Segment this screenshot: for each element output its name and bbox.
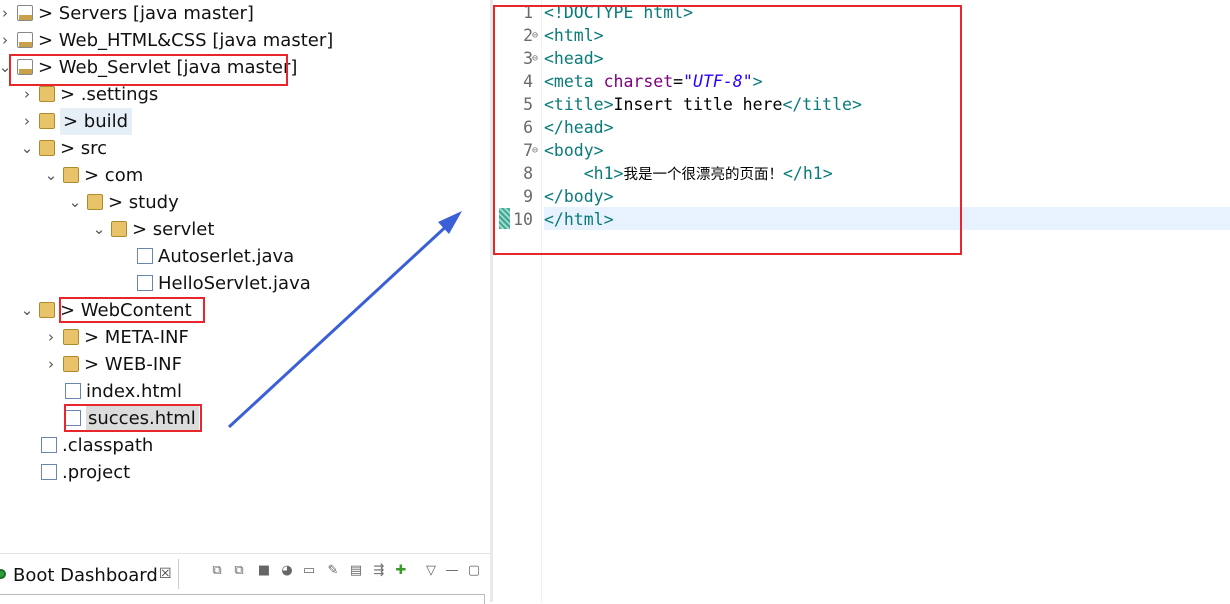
chevron-icon[interactable]: › xyxy=(20,108,34,135)
close-icon[interactable]: ☒ xyxy=(159,566,172,582)
tree-item-label: Autoserlet.java xyxy=(158,246,295,267)
tree-item-label: > Web_HTML&CSS [java master] xyxy=(38,30,334,51)
toolbar-button-icon[interactable]: ◕ xyxy=(278,562,296,580)
folder-icon xyxy=(39,302,55,318)
tree-item[interactable]: Autoserlet.java xyxy=(0,243,490,270)
chevron-icon[interactable]: ⌄ xyxy=(92,216,106,243)
annotation-box-succes-html xyxy=(64,404,202,432)
annotation-box-web-servlet xyxy=(9,54,288,86)
project-icon xyxy=(17,5,33,21)
folder-icon xyxy=(63,329,79,345)
chevron-icon[interactable]: › xyxy=(0,0,12,27)
chevron-icon[interactable]: ⌄ xyxy=(20,135,34,162)
tree-item-label: > study xyxy=(108,192,179,213)
chevron-icon[interactable]: ⌄ xyxy=(68,189,82,216)
xml-file-icon xyxy=(41,437,57,453)
chevron-icon[interactable]: ⌄ xyxy=(20,297,34,324)
tree-item[interactable]: › > META-INF xyxy=(0,324,490,351)
tree-item[interactable]: › > WEB-INF xyxy=(0,351,490,378)
boot-dashboard-view: Boot Dashboard ☒ ⧉ ⧉ ■ ◕ ▭ ✎ ▤ ⇶ ✚ ▽ — ▢ xyxy=(0,553,490,604)
tree-item-label: index.html xyxy=(86,381,182,402)
chevron-icon[interactable]: › xyxy=(44,351,58,378)
tree-item-label: > Servers [java master] xyxy=(38,3,254,24)
toolbar-button-icon[interactable]: — xyxy=(443,562,461,580)
package-icon xyxy=(87,194,103,210)
html-file-icon xyxy=(65,383,81,399)
tree-item-label: .classpath xyxy=(62,435,154,456)
package-icon xyxy=(63,167,79,183)
tree-item-label: > build xyxy=(60,108,133,135)
chevron-icon[interactable]: › xyxy=(44,324,58,351)
toolbar-button-icon[interactable]: ▭ xyxy=(300,562,318,580)
tree-item-label: > META-INF xyxy=(84,327,189,348)
tree-item[interactable]: .project xyxy=(0,459,490,486)
toolbar-button-icon[interactable]: ▤ xyxy=(347,562,365,580)
folder-icon xyxy=(39,140,55,156)
toolbar-button-icon[interactable]: ✎ xyxy=(324,562,342,580)
dashboard-content xyxy=(0,594,485,604)
xml-file-icon xyxy=(41,464,57,480)
tree-item[interactable]: HelloServlet.java xyxy=(0,270,490,297)
java-file-icon xyxy=(137,275,153,291)
tree-item[interactable]: ⌄ > src xyxy=(0,135,490,162)
tree-item-label: .project xyxy=(62,462,131,483)
annotation-box-webcontent xyxy=(59,297,205,323)
package-icon xyxy=(111,221,127,237)
folder-icon xyxy=(63,356,79,372)
chevron-icon[interactable]: ⌄ xyxy=(44,162,58,189)
boot-dashboard-icon xyxy=(0,569,6,579)
tree-item[interactable]: index.html xyxy=(0,378,490,405)
toolbar-button-icon[interactable]: ✚ xyxy=(392,562,410,580)
boot-dashboard-tab[interactable]: Boot Dashboard ☒ xyxy=(0,559,179,589)
toolbar-button-icon[interactable]: ⧉ xyxy=(230,562,248,580)
toolbar-button-icon[interactable]: ▢ xyxy=(465,562,483,580)
toolbar-button-icon[interactable]: ■ xyxy=(255,562,273,580)
tree-item[interactable]: › > Web_HTML&CSS [java master] xyxy=(0,27,490,54)
toolbar-button-icon[interactable]: ⇶ xyxy=(370,562,388,580)
tree-item[interactable]: ⌄ > servlet xyxy=(0,216,490,243)
tree-item-label: > src xyxy=(60,138,108,159)
tree-item[interactable]: ⌄ > com xyxy=(0,162,490,189)
tree-item[interactable]: .classpath xyxy=(0,432,490,459)
folder-icon xyxy=(39,86,55,102)
tree-item-label: > com xyxy=(84,165,144,186)
tree-item-label: HelloServlet.java xyxy=(158,273,311,294)
java-file-icon xyxy=(137,248,153,264)
boot-dashboard-label: Boot Dashboard xyxy=(13,565,158,586)
tree-item-label: > WEB-INF xyxy=(84,354,182,375)
tree-item-label: > servlet xyxy=(132,219,215,240)
chevron-icon[interactable]: › xyxy=(0,27,12,54)
annotation-box-code xyxy=(493,5,962,255)
tree-item[interactable]: › > Servers [java master] xyxy=(0,0,490,27)
toolbar-button-icon[interactable]: ⧉ xyxy=(208,562,226,580)
project-icon xyxy=(17,32,33,48)
folder-icon xyxy=(39,113,55,129)
toolbar-button-icon[interactable]: ▽ xyxy=(422,562,440,580)
tree-item[interactable]: ⌄ > study xyxy=(0,189,490,216)
tree-item[interactable]: › > build xyxy=(0,108,490,135)
